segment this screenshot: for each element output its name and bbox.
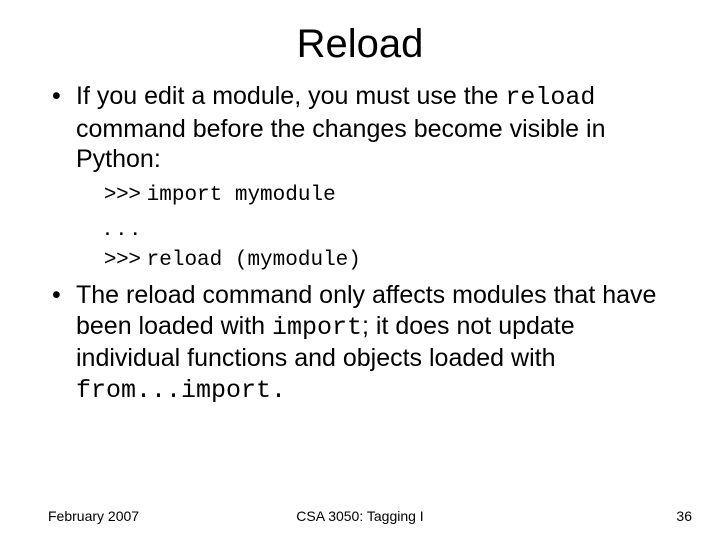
code-ellipsis: . . . [104,215,680,240]
bullet-item-2: The reload command only affects modules … [48,280,680,406]
bullet2-code1: import [272,313,362,342]
prompt-2: >>> [104,247,147,270]
code-line-1: >>> import mymodule [104,181,680,209]
bullet1-code: reload [505,83,595,112]
footer-title: CSA 3050: Tagging I [0,508,720,524]
prompt-1: >>> [104,182,147,205]
bullet-list: If you edit a module, you must use the r… [48,81,680,175]
slide-body: If you edit a module, you must use the r… [0,81,720,406]
bullet2-code2: from...import. [76,376,286,405]
bullet-list-2: The reload command only affects modules … [48,280,680,406]
slide-title: Reload [0,0,720,81]
footer-page-number: 36 [676,508,692,524]
bullet-item-1: If you edit a module, you must use the r… [48,81,680,175]
code-text-2: reload (mymodule) [147,249,361,272]
code-text-1: import mymodule [147,184,336,207]
bullet1-post: command before the changes become visibl… [76,115,605,174]
bullet1-pre: If you edit a module, you must use the [76,82,505,110]
slide: Reload If you edit a module, you must us… [0,0,720,540]
code-line-2: >>> reload (mymodule) [104,246,680,274]
